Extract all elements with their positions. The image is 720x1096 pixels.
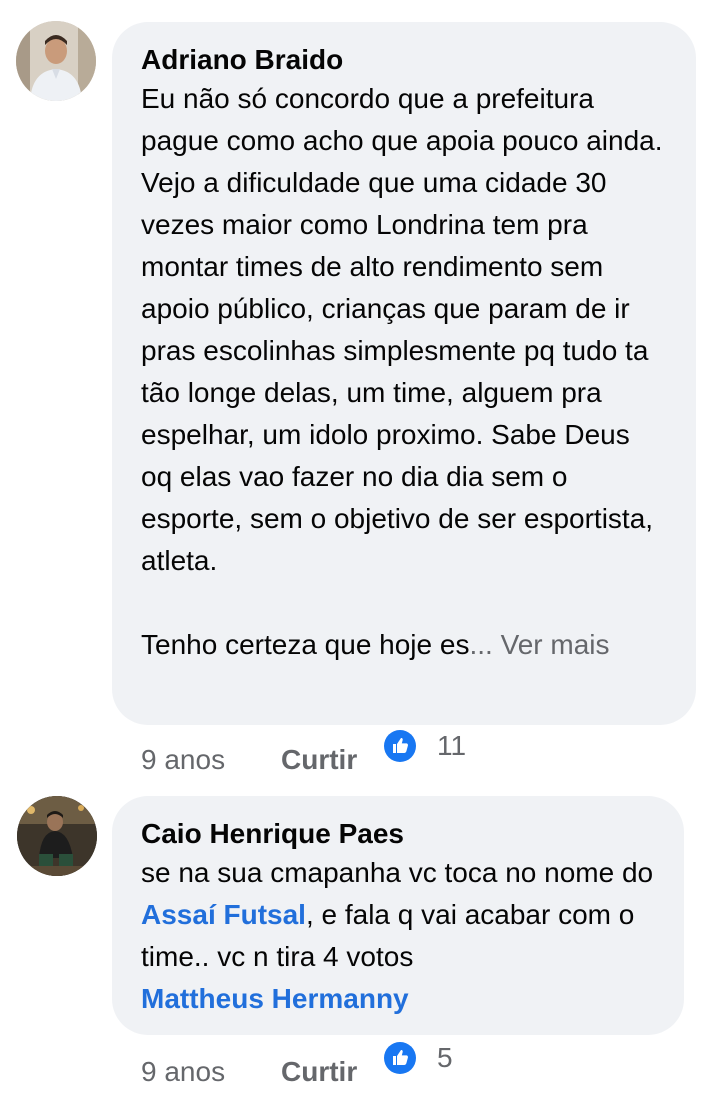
comment-caio-henrique-paes: Caio Henrique Paes se na sua cmapanha vc… xyxy=(0,790,720,1096)
ellipsis: ... xyxy=(469,629,493,660)
comment-bubble: Adriano Braido Eu não só concordo que a … xyxy=(112,22,696,725)
avatar[interactable] xyxy=(16,21,96,101)
comment-author[interactable]: Caio Henrique Paes xyxy=(141,816,656,852)
comment-timestamp[interactable]: 9 anos xyxy=(141,1050,225,1094)
thumbs-up-icon[interactable] xyxy=(384,730,416,762)
comment-paragraph: Eu não só concordo que a prefeitura pagu… xyxy=(141,83,663,576)
avatar[interactable] xyxy=(17,796,97,876)
comment-truncated-line: Tenho certeza que hoje es... Ver mais xyxy=(141,624,668,666)
mention-link[interactable]: Assaí Futsal xyxy=(141,899,306,930)
see-more-link[interactable]: Ver mais xyxy=(501,629,610,660)
mention-link[interactable]: Mattheus Hermanny xyxy=(141,983,409,1014)
comment-actions: 9 anos Curtir 5 xyxy=(141,1042,541,1094)
profile-photo-icon xyxy=(17,796,97,876)
comment-bubble: Caio Henrique Paes se na sua cmapanha vc… xyxy=(112,796,684,1035)
comment-text-start: se na sua cmapanha vc toca no nome do xyxy=(141,857,654,888)
like-button[interactable]: Curtir xyxy=(281,738,357,782)
thumbs-up-icon[interactable] xyxy=(384,1042,416,1074)
reaction-count[interactable]: 11 xyxy=(437,724,466,768)
comment-text: Eu não só concordo que a prefeitura pagu… xyxy=(141,78,668,666)
profile-photo-icon xyxy=(16,21,96,101)
truncated-text: Tenho certeza que hoje es xyxy=(141,629,470,660)
comment-timestamp[interactable]: 9 anos xyxy=(141,738,225,782)
comment-actions: 9 anos Curtir 11 xyxy=(141,730,541,782)
reaction-count[interactable]: 5 xyxy=(437,1036,453,1080)
like-button[interactable]: Curtir xyxy=(281,1050,357,1094)
comment-adriano-braido: Adriano Braido Eu não só concordo que a … xyxy=(0,0,720,790)
comment-text: se na sua cmapanha vc toca no nome do As… xyxy=(141,852,656,1020)
comment-author[interactable]: Adriano Braido xyxy=(141,42,668,78)
